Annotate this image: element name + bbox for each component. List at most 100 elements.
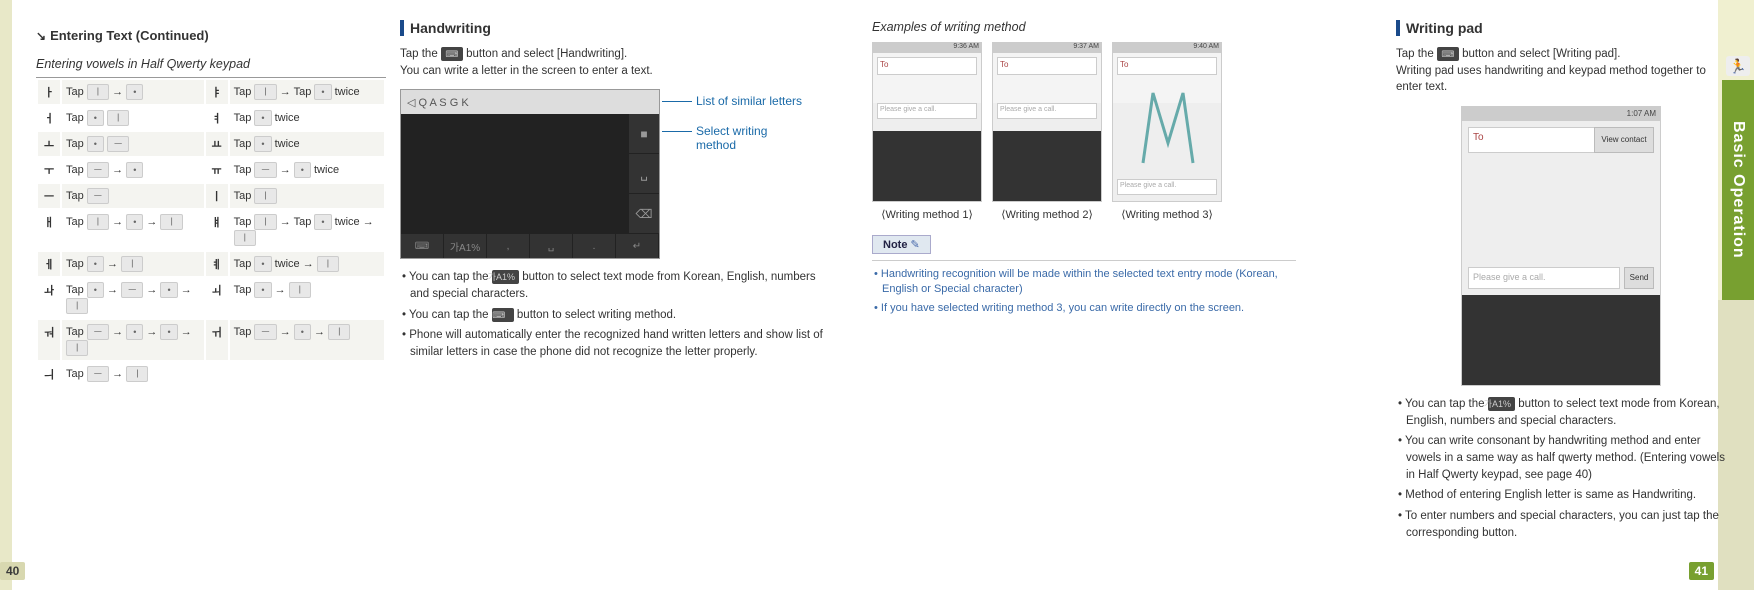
table-row: ㅘTap • → ㅡ → • → ㅣㅚTap • → ㅣ xyxy=(38,278,384,318)
wp-viewcontact: View contact xyxy=(1594,127,1654,153)
vowel-seq xyxy=(230,362,384,386)
caption-1: ⟨Writing method 1⟩ xyxy=(872,208,982,221)
vowel-char: ㅢ xyxy=(38,362,60,386)
list-item: If you have selected writing method 3, y… xyxy=(872,301,1296,316)
callout-method: Select writing method xyxy=(696,124,796,152)
vowel-seq: Tap • ㅣ xyxy=(62,106,204,130)
thumb-1: 9:36 AM To Please give a call. xyxy=(872,42,982,202)
writingpad-bullets: You can tap the 가A1% button to select te… xyxy=(1396,396,1726,541)
table-row: ㅢTap ㅡ → ㅣ xyxy=(38,362,384,386)
note-label: Note xyxy=(872,235,931,254)
vowel-seq: Tap • twice xyxy=(230,132,384,156)
hw-intro-2: You can write a letter in the screen to … xyxy=(400,65,653,77)
vowel-char: ㅒ xyxy=(206,210,228,250)
thumb-1-to: To xyxy=(877,57,977,75)
writingpad-column: Writing pad Tap the ⌨ button and select … xyxy=(1396,20,1726,545)
kbd-switch-icon: ⌨ xyxy=(401,234,444,258)
thumb-1-msg: Please give a call. xyxy=(877,103,977,119)
wp-intro-2: Writing pad uses handwriting and keypad … xyxy=(1396,65,1706,94)
wp-kbd xyxy=(1462,295,1660,385)
wp-msg: Please give a call. xyxy=(1468,267,1620,289)
keyboard-icon-button: ⌨ xyxy=(441,47,463,61)
vowel-char: ㅑ xyxy=(206,80,228,104)
left-margin-stripe xyxy=(0,0,12,590)
keyboard-icon-button-2: ⌨ xyxy=(1437,47,1459,61)
period-icon: . xyxy=(573,234,616,258)
vowel-seq: Tap ㅣ → Tap • twice xyxy=(230,80,384,104)
vowel-char: ㅘ xyxy=(38,278,60,318)
vowel-char: ㅖ xyxy=(206,252,228,276)
mode-icon: ■ xyxy=(629,114,659,154)
page-number-40: 40 xyxy=(0,562,25,580)
vowel-seq: Tap ㅣ → Tap • twice → ㅣ xyxy=(230,210,384,250)
thumb-2-to: To xyxy=(997,57,1097,75)
example-3: 9:40 AM To Please give a call. ⟨Writing … xyxy=(1112,42,1222,221)
callout-line-2 xyxy=(662,131,692,132)
table-row: ㅡTap ㅡㅣTap ㅣ xyxy=(38,184,384,208)
note-box: Note Handwriting recognition will be mad… xyxy=(872,235,1296,316)
vowel-seq: Tap • twice xyxy=(230,106,384,130)
caption-2: ⟨Writing method 2⟩ xyxy=(992,208,1102,221)
left-column: Entering Text (Continued) Entering vowel… xyxy=(36,20,386,388)
handwriting-intro: Tap the ⌨ button and select [Handwriting… xyxy=(400,46,830,79)
vowel-char: ㅐ xyxy=(38,210,60,250)
table-row: ㅓTap • ㅣㅕTap • twice xyxy=(38,106,384,130)
handwriting-bullets: You can tap the 가A1% button to select te… xyxy=(400,269,830,360)
side-tab: Basic Operation xyxy=(1722,80,1754,300)
hw-similar-bar: ◁ Q A S G K xyxy=(401,90,659,114)
thumb-3: 9:40 AM To Please give a call. xyxy=(1112,42,1222,202)
vowel-seq: Tap • → ㅡ → • → ㅣ xyxy=(62,278,204,318)
vowel-char: ㅟ xyxy=(206,320,228,360)
vowel-char: ㅛ xyxy=(206,132,228,156)
table-row: ㅜTap ㅡ → •ㅠTap ㅡ → • twice xyxy=(38,158,384,182)
vowel-seq: Tap ㅡ → • → ㅣ xyxy=(230,320,384,360)
example-1: 9:36 AM To Please give a call. ⟨Writing … xyxy=(872,42,982,221)
vowel-seq: Tap ㅣ → • → ㅣ xyxy=(62,210,204,250)
handwriting-column: Handwriting Tap the ⌨ button and select … xyxy=(400,20,830,365)
note-list: Handwriting recognition will be made wit… xyxy=(872,260,1296,316)
hw-side-controls: ■ ␣ ⌫ xyxy=(629,114,659,234)
vowel-char: ㅠ xyxy=(206,158,228,182)
list-item: You can tap the 가A1% button to select te… xyxy=(400,269,830,302)
wp-intro-b: button and select [Writing pad]. xyxy=(1459,48,1621,60)
thumb-2-kbd xyxy=(993,131,1101,201)
handwriting-heading: Handwriting xyxy=(400,20,491,36)
vowel-char: ㅚ xyxy=(206,278,228,318)
vowel-seq: Tap ㅡ → • → • → ㅣ xyxy=(62,320,204,360)
side-tab-runner-icon: 🏃 xyxy=(1726,56,1750,76)
vowel-seq: Tap • twice → ㅣ xyxy=(230,252,384,276)
example-2: 9:37 AM To Please give a call. ⟨Writing … xyxy=(992,42,1102,221)
thumb-2-msg: Please give a call. xyxy=(997,103,1097,119)
vowel-char: ㅔ xyxy=(38,252,60,276)
vowel-table: ㅏTap ㅣ → •ㅑTap ㅣ → Tap • twiceㅓTap • ㅣㅕT… xyxy=(36,77,386,388)
examples-heading: Examples of writing method xyxy=(872,20,1296,34)
table-row: ㅗTap • ㅡㅛTap • twice xyxy=(38,132,384,156)
vowel-seq: Tap ㅣ xyxy=(230,184,384,208)
wp-send: Send xyxy=(1624,267,1654,289)
vowel-seq: Tap ㅡ → ㅣ xyxy=(62,362,204,386)
examples-row: 9:36 AM To Please give a call. ⟨Writing … xyxy=(872,42,1296,221)
writingpad-heading: Writing pad xyxy=(1396,20,1483,36)
thumb-3-stroke-icon xyxy=(1133,73,1203,173)
list-item: Handwriting recognition will be made wit… xyxy=(872,267,1296,298)
callout-similar: List of similar letters xyxy=(696,94,802,108)
hw-intro-b: button and select [Handwriting]. xyxy=(463,48,627,60)
handwriting-screenshot: ◁ Q A S G K ■ ␣ ⌫ ⌨ 가A1% , ␣ . ↵ xyxy=(400,89,660,259)
page-number-41: 41 xyxy=(1689,562,1714,580)
vowel-char: ㅗ xyxy=(38,132,60,156)
vowel-char: ㅝ xyxy=(38,320,60,360)
space-key-icon: ␣ xyxy=(530,234,573,258)
wp-intro-a: Tap the xyxy=(1396,48,1437,60)
vowel-char: ㅣ xyxy=(206,184,228,208)
thumb-2: 9:37 AM To Please give a call. xyxy=(992,42,1102,202)
list-item: Method of entering English letter is sam… xyxy=(1396,487,1726,504)
vowel-char: ㅕ xyxy=(206,106,228,130)
space-icon: ␣ xyxy=(629,154,659,194)
hw-intro-a: Tap the xyxy=(400,48,441,60)
comma-icon: , xyxy=(487,234,530,258)
hw-bottom-bar: ⌨ 가A1% , ␣ . ↵ xyxy=(401,234,659,258)
vowel-char: ㅡ xyxy=(38,184,60,208)
page-40: Entering Text (Continued) Entering vowel… xyxy=(0,0,866,590)
vowel-subtitle: Entering vowels in Half Qwerty keypad xyxy=(36,57,386,71)
mode-text-icon: 가A1% xyxy=(444,234,487,258)
